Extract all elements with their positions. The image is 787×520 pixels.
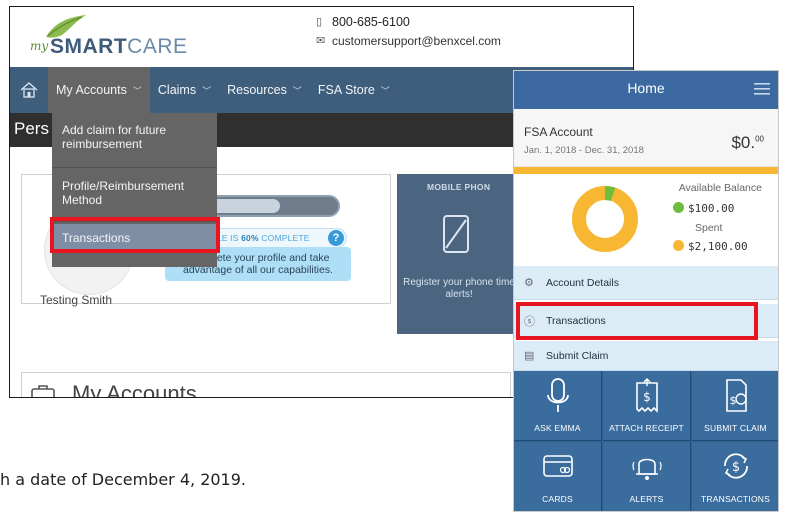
hamburger-menu-icon[interactable] — [754, 82, 770, 96]
balance-summary: Available Balance $100.00 Spent $2,100.0… — [514, 174, 778, 262]
caption-text: h a date of December 4, 2019. — [0, 470, 246, 489]
fsa-balance-amount: $0.00 — [731, 133, 764, 153]
spent-amount: $2,100.00 — [688, 240, 748, 253]
quick-actions-grid: ASK EMMA $ ATTACH RECEIPT $ SUBMIT CLAIM… — [514, 371, 778, 511]
spent-value: $2,100.00 — [673, 240, 748, 253]
available-balance-amount: $100.00 — [688, 202, 735, 215]
nav-resources[interactable]: Resources ﹀ — [219, 67, 310, 113]
receipt-icon: $ — [603, 377, 690, 415]
nav-fsa-store[interactable]: FSA Store ﹀ — [310, 67, 398, 113]
envelope-icon: ✉ — [316, 35, 326, 47]
support-email[interactable]: customersupport@benxcel.com — [332, 34, 501, 48]
mysmartcare-logo[interactable]: my SMARTCARE — [28, 13, 187, 59]
bell-icon — [603, 448, 690, 484]
my-accounts-section: My Accounts — [21, 372, 511, 398]
contact-info: ▯ 800-685-6100 ✉ customersupport@benxcel… — [316, 12, 501, 50]
logo-brand: SMARTCARE — [50, 35, 188, 59]
logo-prefix: my — [30, 39, 49, 53]
chevron-down-icon: ﹀ — [202, 85, 212, 96]
logo-brand-care: CARE — [127, 35, 188, 58]
site-header: my SMARTCARE ▯ 800-685-6100 ✉ customersu… — [10, 7, 633, 67]
mobile-app-screenshot: Home FSA Account Jan. 1, 2018 - Dec. 31,… — [513, 70, 779, 512]
complete-percent: 60% — [241, 233, 259, 243]
tile-alerts[interactable]: ALERTS — [603, 442, 691, 511]
green-dot-icon — [673, 202, 684, 213]
help-icon[interactable]: ? — [328, 230, 344, 246]
orange-dot-icon — [673, 240, 684, 251]
highlight-box-mobile-transactions — [516, 302, 758, 340]
fsa-balance-bar — [514, 167, 778, 174]
fsa-account-title: FSA Account — [524, 125, 593, 139]
mobile-phone-icon — [443, 215, 469, 253]
spent-label: Spent — [695, 222, 723, 234]
profile-name: Testing Smith — [40, 293, 113, 307]
nav-my-accounts[interactable]: My Accounts ﹀ — [48, 67, 150, 113]
mobile-title: Home — [627, 80, 665, 96]
balance-donut-chart — [572, 186, 638, 252]
nav-fsa-store-label: FSA Store — [317, 83, 375, 97]
tile-ask-emma[interactable]: ASK EMMA — [514, 371, 602, 441]
home-nav-button[interactable] — [10, 67, 48, 113]
mobile-panel-title: MOBILE PHON — [427, 182, 491, 192]
complete-suffix: COMPLETE — [261, 233, 310, 243]
mobile-phone-panel: MOBILE PHON Register your phone time ale… — [397, 174, 517, 334]
nav-claims[interactable]: Claims ﹀ — [150, 67, 219, 113]
chevron-down-icon: ﹀ — [292, 85, 302, 96]
phone-number[interactable]: 800-685-6100 — [332, 15, 410, 29]
list-item-label: Account Details — [546, 276, 619, 289]
menu-item-profile-reimbursement[interactable]: Profile/Reimbursement Method — [52, 179, 217, 207]
svg-text:$: $ — [731, 460, 739, 475]
svg-text:$: $ — [643, 390, 651, 404]
card-icon — [514, 448, 601, 484]
tile-label: ALERTS — [629, 494, 664, 504]
document-icon: ▤ — [524, 350, 535, 362]
page-title: Pers — [14, 119, 49, 138]
list-item-account-details[interactable]: ⚙ Account Details — [514, 266, 778, 300]
available-balance-label: Available Balance — [678, 182, 762, 194]
menu-item-add-claim[interactable]: Add claim for future reimbursement — [52, 123, 217, 151]
my-accounts-title: My Accounts — [72, 381, 197, 398]
logo-brand-smart: SMART — [50, 35, 128, 58]
nav-resources-label: Resources — [227, 83, 287, 97]
fsa-amount-cents: 00 — [755, 134, 764, 144]
fsa-account-row[interactable]: FSA Account Jan. 1, 2018 - Dec. 31, 2018… — [514, 109, 778, 167]
microphone-icon — [514, 377, 601, 415]
list-item-label: Submit Claim — [546, 349, 609, 362]
tile-label: TRANSACTIONS — [701, 494, 770, 504]
briefcase-icon — [31, 385, 55, 397]
svg-text:$: $ — [729, 394, 736, 407]
phone-icon: ▯ — [316, 16, 323, 28]
nav-my-accounts-label: My Accounts — [56, 83, 127, 97]
chevron-down-icon: ﹀ — [132, 85, 142, 96]
mobile-top-bar: Home — [514, 71, 778, 109]
gauge-icon: ⚙ — [524, 277, 534, 289]
fsa-plan-dates: Jan. 1, 2018 - Dec. 31, 2018 — [524, 145, 644, 156]
dollar-cycle-icon: $ — [692, 448, 778, 484]
tile-label: SUBMIT CLAIM — [704, 423, 767, 433]
available-balance-value: $100.00 — [673, 202, 734, 215]
list-item-submit-claim[interactable]: ▤ Submit Claim — [514, 341, 778, 371]
phone-row: ▯ 800-685-6100 — [316, 12, 501, 31]
tile-label: ASK EMMA — [534, 423, 581, 433]
tile-label: CARDS — [542, 494, 573, 504]
tile-label: ATTACH RECEIPT — [609, 423, 684, 433]
home-icon — [20, 82, 38, 98]
tile-transactions[interactable]: $ TRANSACTIONS — [692, 442, 778, 511]
tile-attach-receipt[interactable]: $ ATTACH RECEIPT — [603, 371, 691, 441]
highlight-box-desktop-transactions — [50, 217, 220, 253]
tile-submit-claim[interactable]: $ SUBMIT CLAIM — [692, 371, 778, 441]
nav-claims-label: Claims — [157, 83, 197, 97]
email-row: ✉ customersupport@benxcel.com — [316, 31, 501, 50]
claim-icon: $ — [692, 377, 778, 415]
chevron-down-icon: ﹀ — [380, 85, 390, 96]
fsa-amount-main: $0. — [731, 133, 756, 152]
tile-cards[interactable]: CARDS — [514, 442, 602, 511]
menu-divider — [52, 167, 217, 168]
mobile-panel-text[interactable]: Register your phone time alerts! — [401, 277, 517, 301]
